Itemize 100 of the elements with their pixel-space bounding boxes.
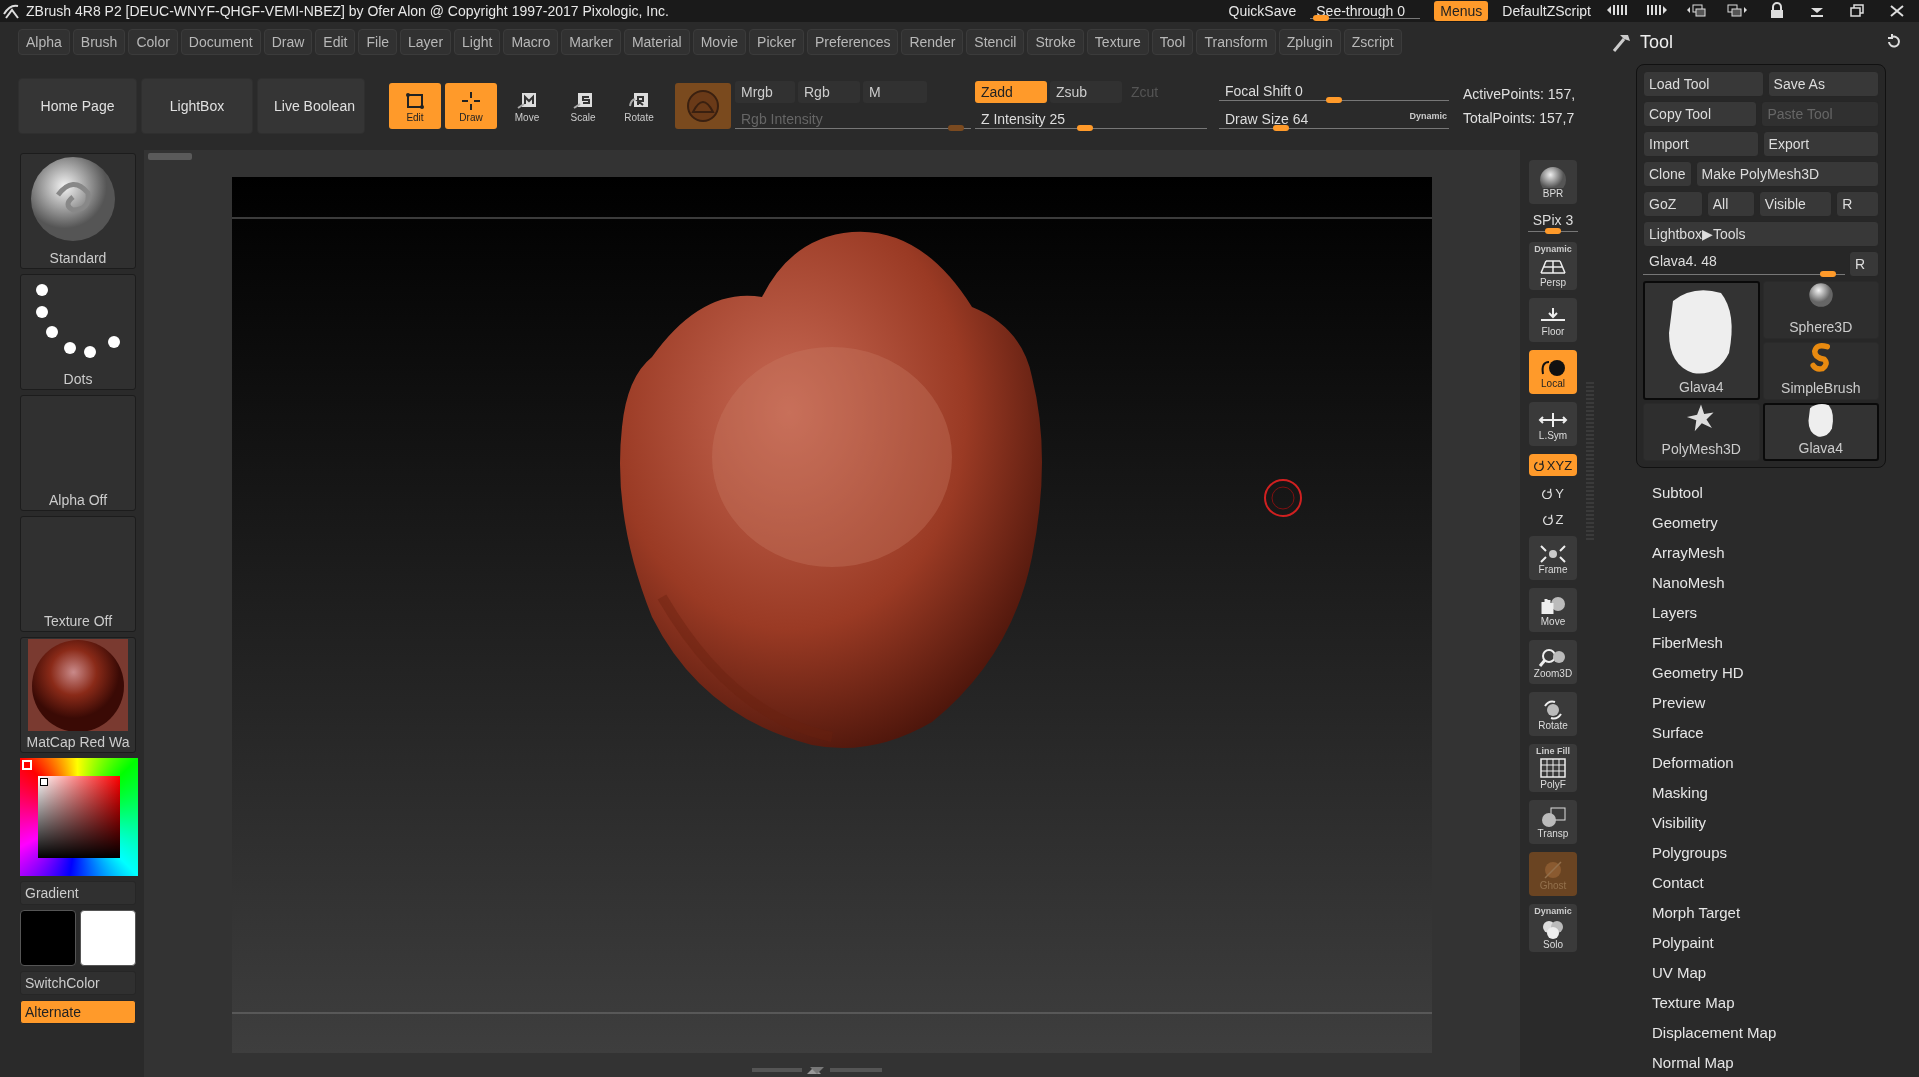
menu-item[interactable]: Preferences [806, 29, 899, 55]
slider-thumb[interactable] [1545, 228, 1561, 234]
tool-button[interactable]: Export [1762, 131, 1879, 157]
slider[interactable]: Focal Shift 0 [1219, 81, 1449, 103]
shelf-button[interactable]: Dynamic Persp [1529, 242, 1577, 290]
panel-section[interactable]: UV Map [1652, 958, 1707, 988]
menu-item[interactable]: Zscript [1343, 29, 1402, 55]
panel-section[interactable]: Layers [1652, 598, 1698, 628]
shelf-button[interactable]: Rotate [1529, 692, 1577, 736]
mode-button[interactable]: Move [501, 83, 553, 129]
menu-item[interactable]: Stencil [966, 29, 1025, 55]
reset-button[interactable]: R [1849, 251, 1879, 277]
palette-tile[interactable]: Dots [20, 274, 136, 390]
menu-item[interactable]: Layer [400, 29, 452, 55]
panel-section[interactable]: Deformation [1652, 748, 1734, 778]
shelf-button[interactable]: XYZ [1529, 454, 1577, 476]
tool-button[interactable]: Import [1643, 131, 1759, 157]
tool-button[interactable]: GoZ [1643, 191, 1703, 217]
tool-button[interactable]: Copy Tool [1643, 101, 1758, 127]
menu-item[interactable]: File [358, 29, 398, 55]
palette-tile[interactable]: Texture Off [20, 516, 136, 632]
switch-color-button[interactable]: SwitchColor [20, 971, 136, 995]
palette-tile[interactable]: Alpha Off [20, 395, 136, 511]
mode-button[interactable]: Edit [389, 83, 441, 129]
depth-mode-button[interactable]: Zsub [1050, 81, 1122, 103]
shelf-button[interactable]: Line Fill PolyF [1529, 744, 1577, 792]
menu-item[interactable]: Tool [1151, 29, 1194, 55]
tool-button[interactable]: Save As [1767, 71, 1879, 97]
slider[interactable]: Z Intensity 25 [975, 109, 1207, 131]
tool-thumbnail[interactable]: Glava4 [1762, 403, 1879, 461]
shelf-button[interactable]: Frame [1529, 536, 1577, 580]
tool-thumbnail[interactable]: Sphere3D [1762, 281, 1879, 339]
mode-button[interactable]: Scale [557, 83, 609, 129]
menu-item[interactable]: Movie [692, 29, 747, 55]
menus-button[interactable]: Menus [1434, 1, 1489, 21]
scrollbar[interactable] [148, 153, 192, 160]
color-swatch[interactable] [20, 910, 76, 966]
mode-button[interactable]: Draw [445, 83, 497, 129]
nav-button[interactable]: Home Page [18, 78, 137, 134]
gradient-button[interactable]: Gradient [20, 881, 136, 905]
alternate-button[interactable]: Alternate [20, 1000, 136, 1024]
spix-slider[interactable]: SPix 3 [1528, 212, 1578, 234]
panel-section[interactable]: Polypaint [1652, 928, 1714, 958]
panel-section[interactable]: Morph Target [1652, 898, 1741, 928]
menu-item[interactable]: Edit [315, 29, 356, 55]
color-swatch[interactable] [80, 910, 136, 966]
panel-section[interactable]: Surface [1652, 718, 1704, 748]
panel-section[interactable]: Polygroups [1652, 838, 1728, 868]
shelf-button[interactable]: L.Sym [1529, 402, 1577, 446]
tool-thumbnail[interactable]: PolyMesh3D [1643, 403, 1760, 461]
shelf-button[interactable]: Z [1529, 510, 1577, 528]
slider-thumb[interactable] [1819, 271, 1836, 277]
palette-tile[interactable]: MatCap Red Wa [20, 637, 136, 753]
panel-section[interactable]: Geometry HD [1652, 658, 1744, 688]
see-through-slider[interactable]: See-through 0 [1310, 1, 1421, 21]
menu-item[interactable]: Draw [263, 29, 313, 55]
tool-thumbnail[interactable]: SimpleBrush [1762, 342, 1879, 400]
shelf-button[interactable]: Local [1529, 350, 1577, 394]
panel-section[interactable]: NanoMesh [1652, 568, 1725, 598]
zscript-label[interactable]: DefaultZScript [1502, 0, 1591, 22]
tool-button[interactable]: Clone [1643, 161, 1692, 187]
slider[interactable]: Draw Size 64 Dynamic [1219, 109, 1449, 131]
menu-item[interactable]: Transform [1196, 29, 1276, 55]
shelf-button[interactable]: Floor [1529, 298, 1577, 342]
panel-section[interactable]: Subtool [1652, 478, 1703, 508]
menu-item[interactable]: Light [454, 29, 501, 55]
menu-item[interactable]: Zplugin [1278, 29, 1341, 55]
mode-button[interactable]: Rotate [613, 83, 665, 129]
panel-section[interactable]: Normal Map [1652, 1048, 1734, 1077]
panel-section[interactable]: FiberMesh [1652, 628, 1723, 658]
tool-button[interactable]: Make PolyMesh3D [1695, 161, 1879, 187]
shelf-button[interactable]: Move [1529, 588, 1577, 632]
menu-item[interactable]: Alpha [18, 29, 70, 55]
menu-item[interactable]: Material [623, 29, 690, 55]
menu-item[interactable]: Texture [1086, 29, 1149, 55]
menu-item[interactable]: Brush [72, 29, 126, 55]
slider-thumb[interactable] [1326, 97, 1342, 103]
panel-section[interactable]: Texture Map [1652, 988, 1735, 1018]
menu-item[interactable]: Stroke [1027, 29, 1084, 55]
menu-item[interactable]: Marker [561, 29, 621, 55]
nav-button[interactable]: Live Boolean [257, 78, 365, 134]
color-mode-button[interactable]: Rgb [798, 81, 860, 103]
depth-mode-button[interactable]: Zadd [975, 81, 1047, 103]
tool-button[interactable]: Lightbox▶Tools [1643, 221, 1879, 247]
menu-item[interactable]: Macro [503, 29, 559, 55]
panel-section[interactable]: Contact [1652, 868, 1704, 898]
shelf-button[interactable]: BPR [1529, 160, 1577, 204]
panel-section[interactable]: Geometry [1652, 508, 1718, 538]
quicksave-button[interactable]: QuickSave [1228, 0, 1297, 22]
color-mode-button[interactable]: M [863, 81, 927, 103]
panel-section[interactable]: Masking [1652, 778, 1708, 808]
slider-thumb[interactable] [1076, 125, 1093, 131]
slider[interactable]: Glava4. 48 [1643, 251, 1845, 277]
menu-item[interactable]: Document [180, 29, 261, 55]
panel-section[interactable]: ArrayMesh [1652, 538, 1725, 568]
tool-button[interactable]: R [1836, 191, 1879, 217]
palette-tile[interactable]: Standard [20, 153, 136, 269]
tool-button[interactable]: Load Tool [1643, 71, 1764, 97]
shelf-button[interactable]: Transp [1529, 800, 1577, 844]
tool-button[interactable]: All [1706, 191, 1755, 217]
